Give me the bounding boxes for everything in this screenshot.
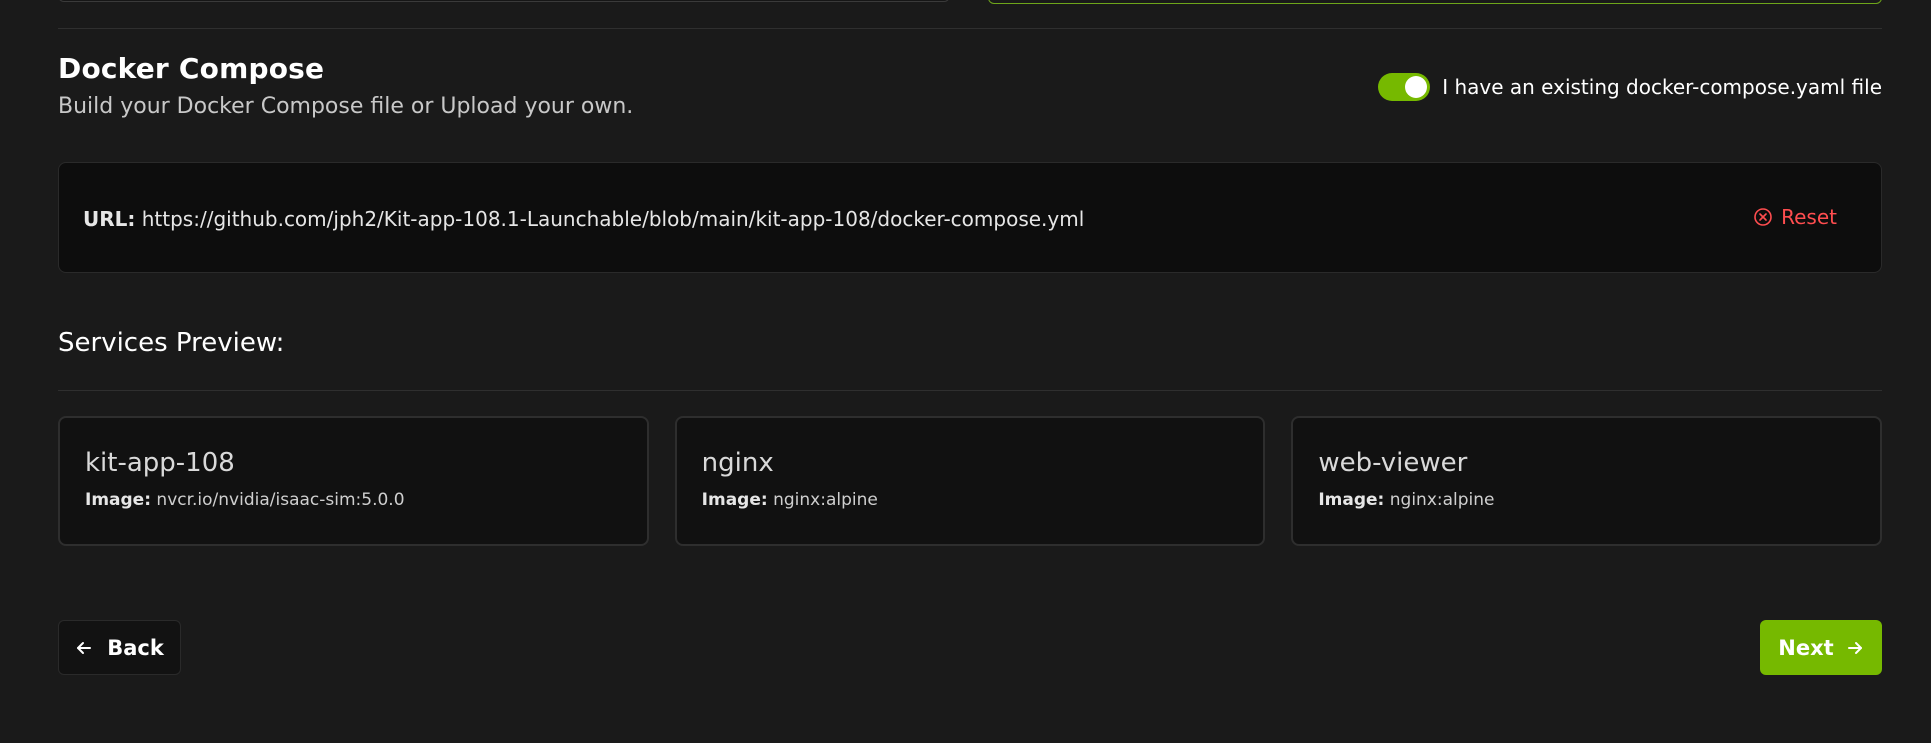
section-subtitle: Build your Docker Compose file or Upload… bbox=[58, 94, 634, 119]
service-image-label: Image: bbox=[701, 490, 768, 510]
service-card: kit-app-108 Image: nvcr.io/nvidia/isaac-… bbox=[58, 416, 649, 546]
reset-button[interactable]: Reset bbox=[1753, 205, 1837, 229]
services-list: kit-app-108 Image: nvcr.io/nvidia/isaac-… bbox=[58, 416, 1883, 546]
divider bbox=[58, 28, 1882, 29]
previous-selected-field[interactable] bbox=[988, 0, 1882, 4]
service-image-value: nginx:alpine bbox=[773, 490, 878, 510]
previous-input-field[interactable] bbox=[58, 0, 950, 2]
service-image-value: nginx:alpine bbox=[1389, 490, 1495, 510]
x-circle-icon bbox=[1753, 207, 1773, 227]
url-line: URL: https://github.com/jph2/Kit-app-108… bbox=[83, 207, 1084, 231]
services-title: Services Preview: bbox=[58, 328, 285, 358]
back-label: Back bbox=[107, 635, 164, 660]
back-button[interactable]: Back bbox=[58, 620, 181, 675]
url-value: https://github.com/jph2/Kit-app-108.1-La… bbox=[141, 207, 1085, 231]
page: Docker Compose Build your Docker Compose… bbox=[0, 0, 1931, 743]
arrow-right-icon bbox=[1846, 639, 1864, 657]
service-name: kit-app-108 bbox=[85, 448, 235, 478]
service-image: Image: nvcr.io/nvidia/isaac-sim:5.0.0 bbox=[85, 490, 622, 510]
next-label: Next bbox=[1778, 635, 1834, 660]
service-image-value: nvcr.io/nvidia/isaac-sim:5.0.0 bbox=[156, 490, 405, 510]
service-image-label: Image: bbox=[1318, 490, 1385, 510]
service-card: nginx Image: nginx:alpine bbox=[674, 416, 1266, 546]
toggle-label: I have an existing docker-compose.yaml f… bbox=[1442, 75, 1882, 99]
url-label: URL: bbox=[83, 207, 136, 231]
toggle-knob bbox=[1405, 76, 1428, 98]
reset-label: Reset bbox=[1781, 205, 1837, 229]
next-button[interactable]: Next bbox=[1760, 620, 1882, 675]
service-card: web-viewer Image: nginx:alpine bbox=[1291, 416, 1883, 546]
service-name: web-viewer bbox=[1318, 448, 1468, 478]
existing-compose-toggle-group: I have an existing docker-compose.yaml f… bbox=[1378, 73, 1882, 101]
service-image: Image: nginx:alpine bbox=[702, 490, 1239, 510]
service-image-label: Image: bbox=[85, 490, 152, 510]
url-panel: URL: https://github.com/jph2/Kit-app-108… bbox=[58, 162, 1882, 273]
arrow-left-icon bbox=[75, 639, 93, 657]
section-title: Docker Compose bbox=[58, 52, 325, 85]
service-image: Image: nginx:alpine bbox=[1318, 490, 1855, 510]
service-name: nginx bbox=[701, 448, 774, 478]
divider bbox=[58, 390, 1882, 391]
existing-compose-toggle[interactable] bbox=[1378, 73, 1431, 101]
